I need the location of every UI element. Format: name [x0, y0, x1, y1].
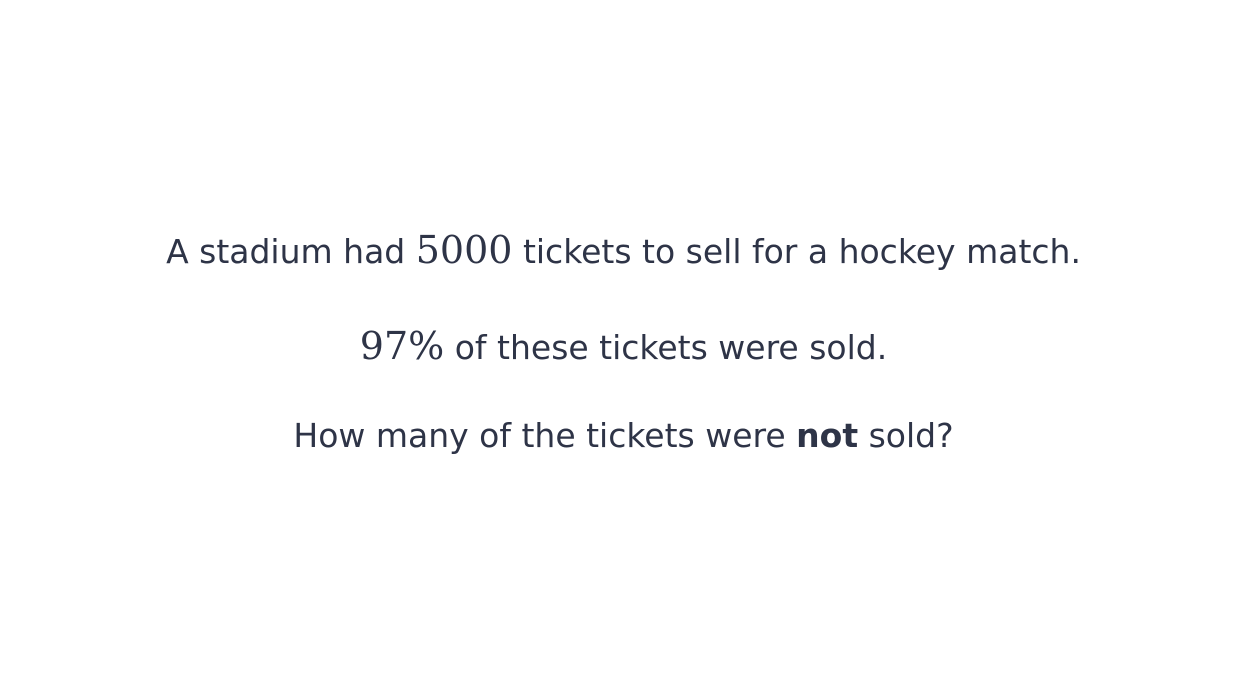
line1-text-before: A stadium had: [166, 232, 416, 271]
tickets-total-number: 5000: [415, 228, 513, 272]
line3-text-before: How many of the tickets were: [293, 416, 797, 455]
question-line-percent-sold: 97% of these tickets were sold.: [0, 326, 1247, 368]
emphasis-not: not: [796, 416, 859, 455]
question-page: A stadium had 5000 tickets to sell for a…: [0, 0, 1247, 691]
question-prompt: How many of the tickets were not sold?: [0, 416, 1247, 456]
line3-text-after: sold?: [858, 416, 954, 455]
percent-sold-number: 97%: [359, 324, 445, 368]
line2-text-after: of these tickets were sold.: [444, 328, 888, 367]
question-line-tickets-total: A stadium had 5000 tickets to sell for a…: [0, 230, 1247, 272]
line1-text-after: tickets to sell for a hockey match.: [512, 232, 1081, 271]
